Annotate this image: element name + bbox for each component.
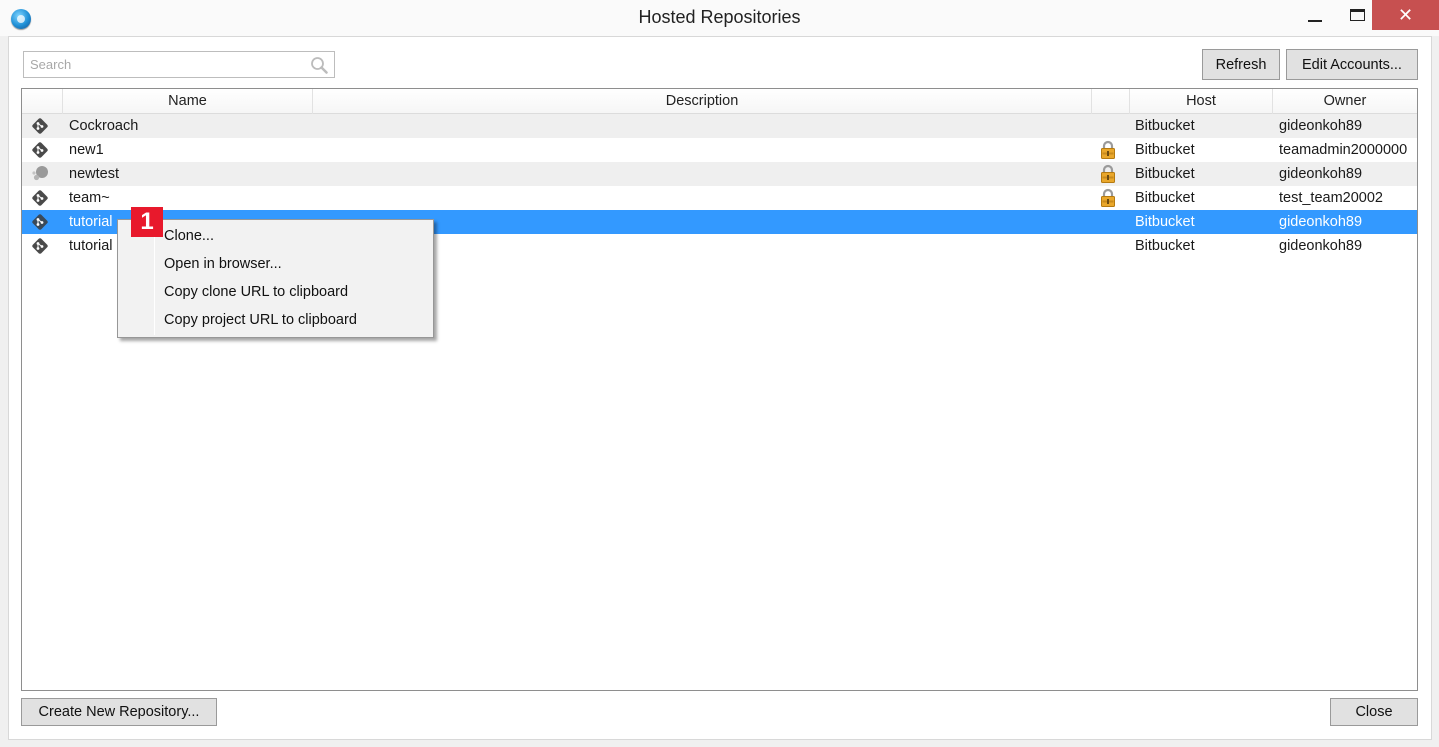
menu-item-clone[interactable]: Clone... [164,223,424,249]
title-bar: Hosted Repositories ✕ [0,0,1439,36]
repo-description [319,162,1089,186]
repo-description [319,114,1089,138]
repo-host: Bitbucket [1135,214,1195,230]
window-title: Hosted Repositories [638,7,801,27]
repo-description [319,210,1089,234]
table-row[interactable]: Cockroach Bitbucket gideonkoh89 [22,114,1417,138]
repo-owner: gideonkoh89 [1279,118,1363,134]
repo-host: Bitbucket [1135,142,1195,158]
column-header-host[interactable]: Host [1130,89,1273,114]
git-repo-icon [28,114,52,138]
close-button[interactable]: Close [1330,698,1418,726]
lock-icon [1098,138,1118,162]
menu-item-open-in-browser[interactable]: Open in browser... [164,251,424,277]
column-header-owner[interactable]: Owner [1273,89,1417,114]
step-callout-badge: 1 [131,207,163,237]
menu-item-copy-project-url[interactable]: Copy project URL to clipboard [164,307,424,333]
repo-description [319,234,1089,258]
create-new-repository-button[interactable]: Create New Repository... [21,698,217,726]
repo-owner: gideonkoh89 [1279,166,1363,182]
lock-icon [1098,186,1118,210]
table-header: Name Description Host Owner [22,89,1417,114]
close-window-button[interactable]: ✕ [1372,0,1439,30]
repo-name: Cockroach [69,118,139,134]
private-indicator-empty [1098,114,1118,138]
context-menu: Clone... Open in browser... Copy clone U… [117,219,434,338]
repo-host: Bitbucket [1135,166,1195,182]
search-icon [311,57,328,74]
repo-owner: teamadmin2000000 [1279,142,1408,158]
repo-host: Bitbucket [1135,190,1195,206]
git-repo-icon [28,234,52,258]
repository-table[interactable]: Name Description Host Owner Cockroach Bit… [21,88,1418,691]
column-header-description[interactable]: Description [313,89,1092,114]
maximize-icon [1349,9,1365,21]
repo-name: new1 [69,142,104,158]
repo-name: newtest [69,166,119,182]
close-icon: ✕ [1397,4,1414,25]
table-row[interactable]: newtest Bitbucket gideonkoh89 [22,162,1417,186]
search-box[interactable] [23,51,335,78]
table-row[interactable]: new1 Bitbucket teamadmin2000000 [22,138,1417,162]
repo-host: Bitbucket [1135,238,1195,254]
repo-owner: gideonkoh89 [1279,238,1363,254]
lock-icon [1098,162,1118,186]
search-input[interactable] [24,52,304,77]
column-header-private[interactable] [1092,89,1130,114]
mercurial-repo-icon [28,162,52,186]
menu-item-copy-clone-url[interactable]: Copy clone URL to clipboard [164,279,424,305]
git-repo-icon [28,138,52,162]
repo-host: Bitbucket [1135,118,1195,134]
git-repo-icon [28,210,52,234]
private-indicator-empty [1098,234,1118,258]
private-indicator-empty [1098,210,1118,234]
repo-owner: gideonkoh89 [1279,214,1363,230]
table-row[interactable]: team~ Bitbucket test_team20002 [22,186,1417,210]
git-repo-icon [28,186,52,210]
refresh-button[interactable]: Refresh [1202,49,1280,80]
column-header-type[interactable] [22,89,63,114]
repo-description [319,186,1089,210]
edit-accounts-button[interactable]: Edit Accounts... [1286,49,1418,80]
repo-owner: test_team20002 [1279,190,1383,206]
minimize-icon [1308,20,1322,22]
menu-gutter [154,222,155,335]
repo-description [319,138,1089,162]
column-header-name[interactable]: Name [63,89,313,114]
repo-name: team~ [69,190,110,206]
minimize-button[interactable] [1292,0,1338,30]
